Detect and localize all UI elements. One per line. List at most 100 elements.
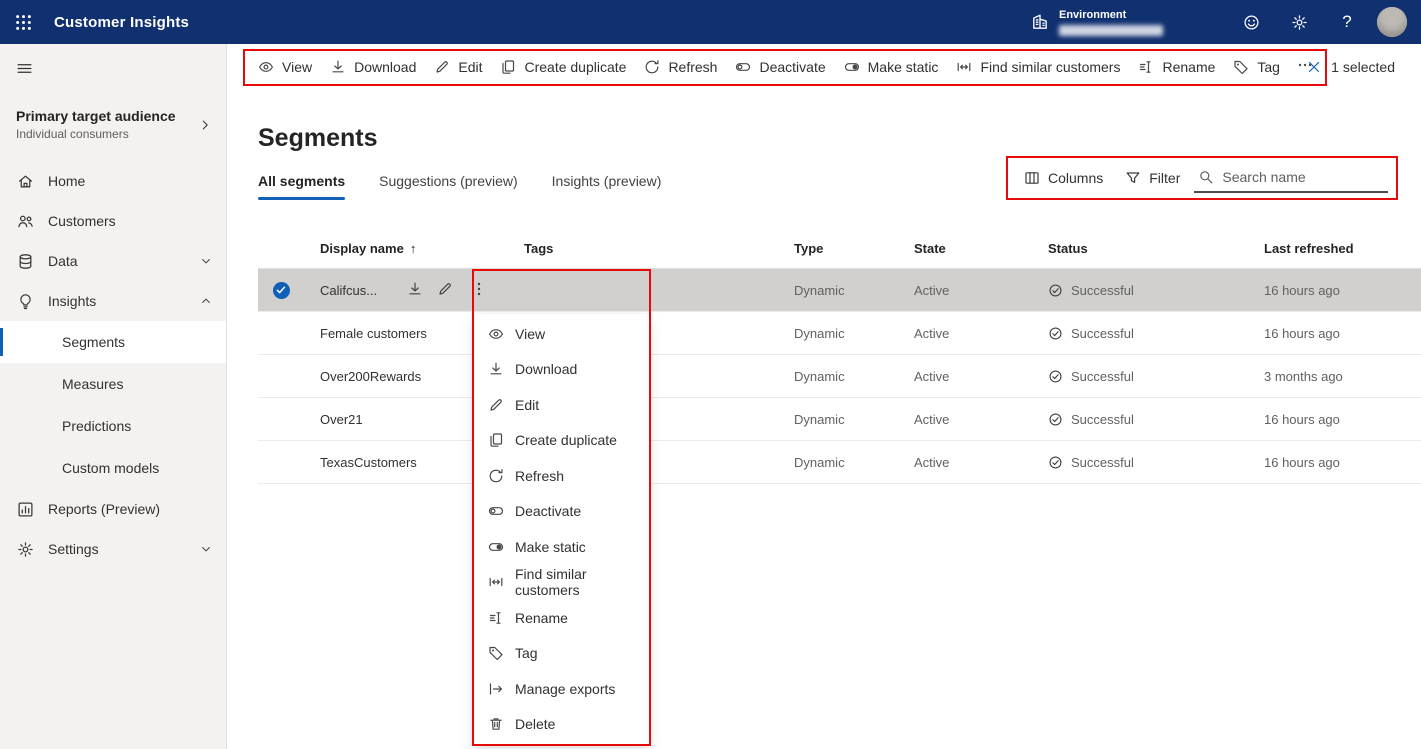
sidebar-nav: Home Customers Data Insights Segments Me…	[0, 161, 226, 569]
toggle-off-icon	[488, 503, 504, 519]
cell-type: Dynamic	[794, 454, 845, 470]
search-input[interactable]	[1222, 169, 1384, 185]
cell-status: Successful	[1048, 455, 1264, 470]
menu-item-tag[interactable]: Tag	[474, 636, 649, 672]
command-strip: View Download Edit Create duplicate Refr…	[227, 44, 1421, 90]
command-deactivate[interactable]: Deactivate	[726, 52, 834, 82]
settings-button[interactable]	[1275, 0, 1323, 44]
menu-item-refresh[interactable]: Refresh	[474, 458, 649, 494]
column-header-type[interactable]: Type	[794, 241, 914, 256]
menu-item-label: Make static	[515, 538, 586, 555]
command-download[interactable]: Download	[321, 52, 425, 82]
segment-name[interactable]: Female customers	[320, 326, 427, 341]
menu-item-label: Rename	[515, 609, 568, 626]
column-header-status[interactable]: Status	[1048, 241, 1264, 256]
columns-button[interactable]: Columns	[1016, 162, 1111, 194]
sidebar-subitem-label: Segments	[62, 334, 126, 350]
sidebar-item-segments[interactable]: Segments	[0, 321, 226, 363]
column-header-display-name[interactable]: Display name ↑	[304, 241, 524, 256]
sidebar-item-measures[interactable]: Measures	[0, 363, 226, 405]
cell-state: Active	[914, 282, 950, 298]
table-row[interactable]: Female customers Dynamic Active Successf…	[258, 312, 1421, 355]
column-header-last-refreshed[interactable]: Last refreshed	[1264, 241, 1421, 256]
pencil-icon	[488, 397, 504, 413]
refresh-icon	[488, 468, 504, 484]
segment-name[interactable]: Over21	[320, 412, 363, 427]
table-row[interactable]: Califcus... Dynamic Active Successful 16…	[258, 269, 1421, 312]
download-icon	[407, 281, 423, 297]
menu-item-rename[interactable]: Rename	[474, 600, 649, 636]
sidebar-item-customers[interactable]: Customers	[0, 201, 226, 241]
segment-name[interactable]: TexasCustomers	[320, 455, 417, 470]
tag-icon	[488, 645, 504, 661]
tab-all-segments[interactable]: All segments	[258, 173, 346, 200]
menu-item-make-static[interactable]: Make static	[474, 529, 649, 565]
filter-button[interactable]: Filter	[1117, 162, 1188, 194]
sidebar-subitem-label: Custom models	[62, 460, 160, 476]
app-launcher-button[interactable]	[0, 0, 46, 44]
table-row[interactable]: Over21 Dynamic Active Successful 16 hour…	[258, 398, 1421, 441]
audience-switcher[interactable]: Primary target audience Individual consu…	[0, 82, 226, 149]
row-more-actions-button[interactable]	[468, 278, 490, 303]
command-find-similar[interactable]: Find similar customers	[947, 52, 1129, 82]
table-row[interactable]: TexasCustomers Dynamic Active Successful…	[258, 441, 1421, 484]
column-header-state[interactable]: State	[914, 241, 1048, 256]
row-selected-check-icon[interactable]	[272, 281, 290, 299]
help-button[interactable]: ?	[1323, 0, 1371, 44]
sidebar-item-settings[interactable]: Settings	[0, 529, 226, 569]
row-download-button[interactable]	[404, 278, 426, 303]
sidebar-collapse-button[interactable]	[16, 60, 33, 82]
menu-item-download[interactable]: Download	[474, 352, 649, 388]
segment-name[interactable]: Over200Rewards	[320, 369, 421, 384]
command-refresh[interactable]: Refresh	[635, 52, 726, 82]
command-view[interactable]: View	[249, 52, 321, 82]
sidebar-item-reports[interactable]: Reports (Preview)	[0, 489, 226, 529]
audience-subtitle: Individual consumers	[16, 127, 129, 141]
cell-state: Active	[914, 411, 950, 427]
sidebar-item-home[interactable]: Home	[0, 161, 226, 201]
row-edit-button[interactable]	[434, 278, 456, 303]
menu-item-find-similar[interactable]: Find similar customers	[474, 565, 649, 601]
tab-suggestions[interactable]: Suggestions (preview)	[379, 173, 518, 200]
menu-item-view[interactable]: View	[474, 316, 649, 352]
menu-item-label: View	[515, 325, 546, 342]
column-header-tags[interactable]: Tags	[524, 241, 794, 256]
command-bar-annotated: View Download Edit Create duplicate Refr…	[243, 48, 1327, 86]
command-tag[interactable]: Tag	[1224, 52, 1289, 82]
sidebar-item-label: Home	[48, 173, 86, 189]
segment-name[interactable]: Califcus...	[320, 283, 396, 298]
menu-item-delete[interactable]: Delete	[474, 707, 649, 743]
environment-icon	[1031, 13, 1049, 31]
sidebar-item-custom-models[interactable]: Custom models	[0, 447, 226, 489]
sidebar-item-label: Insights	[48, 293, 97, 309]
sidebar-item-predictions[interactable]: Predictions	[0, 405, 226, 447]
clear-selection-button[interactable]	[1306, 59, 1322, 75]
sidebar-item-insights[interactable]: Insights	[0, 281, 226, 321]
avatar[interactable]	[1377, 7, 1407, 37]
command-edit[interactable]: Edit	[425, 52, 491, 82]
tag-icon	[1233, 59, 1249, 75]
table-header-row: Display name ↑ Tags Type State Status La…	[258, 229, 1421, 269]
menu-item-create-duplicate[interactable]: Create duplicate	[474, 423, 649, 459]
sidebar-item-data[interactable]: Data	[0, 241, 226, 281]
table-row[interactable]: Over200Rewards Dynamic Active Successful…	[258, 355, 1421, 398]
menu-item-edit[interactable]: Edit	[474, 387, 649, 423]
page-title: Segments	[258, 124, 378, 152]
command-create-duplicate[interactable]: Create duplicate	[491, 52, 635, 82]
download-icon	[330, 59, 346, 75]
eye-icon	[258, 59, 274, 75]
command-make-static[interactable]: Make static	[835, 52, 948, 82]
command-rename[interactable]: Rename	[1129, 52, 1224, 82]
tab-insights[interactable]: Insights (preview)	[552, 173, 662, 200]
chevron-up-icon	[200, 295, 212, 307]
cell-last-refreshed: 16 hours ago	[1264, 411, 1340, 427]
environment-picker[interactable]: Environment	[1031, 9, 1163, 36]
cell-status: Successful	[1048, 369, 1264, 384]
menu-item-manage-exports[interactable]: Manage exports	[474, 671, 649, 707]
menu-item-deactivate[interactable]: Deactivate	[474, 494, 649, 530]
feedback-button[interactable]	[1227, 0, 1275, 44]
sort-ascending-icon: ↑	[409, 241, 417, 256]
trash-icon	[488, 716, 504, 732]
avatar-image-redacted	[1377, 7, 1407, 37]
cell-type: Dynamic	[794, 411, 845, 427]
